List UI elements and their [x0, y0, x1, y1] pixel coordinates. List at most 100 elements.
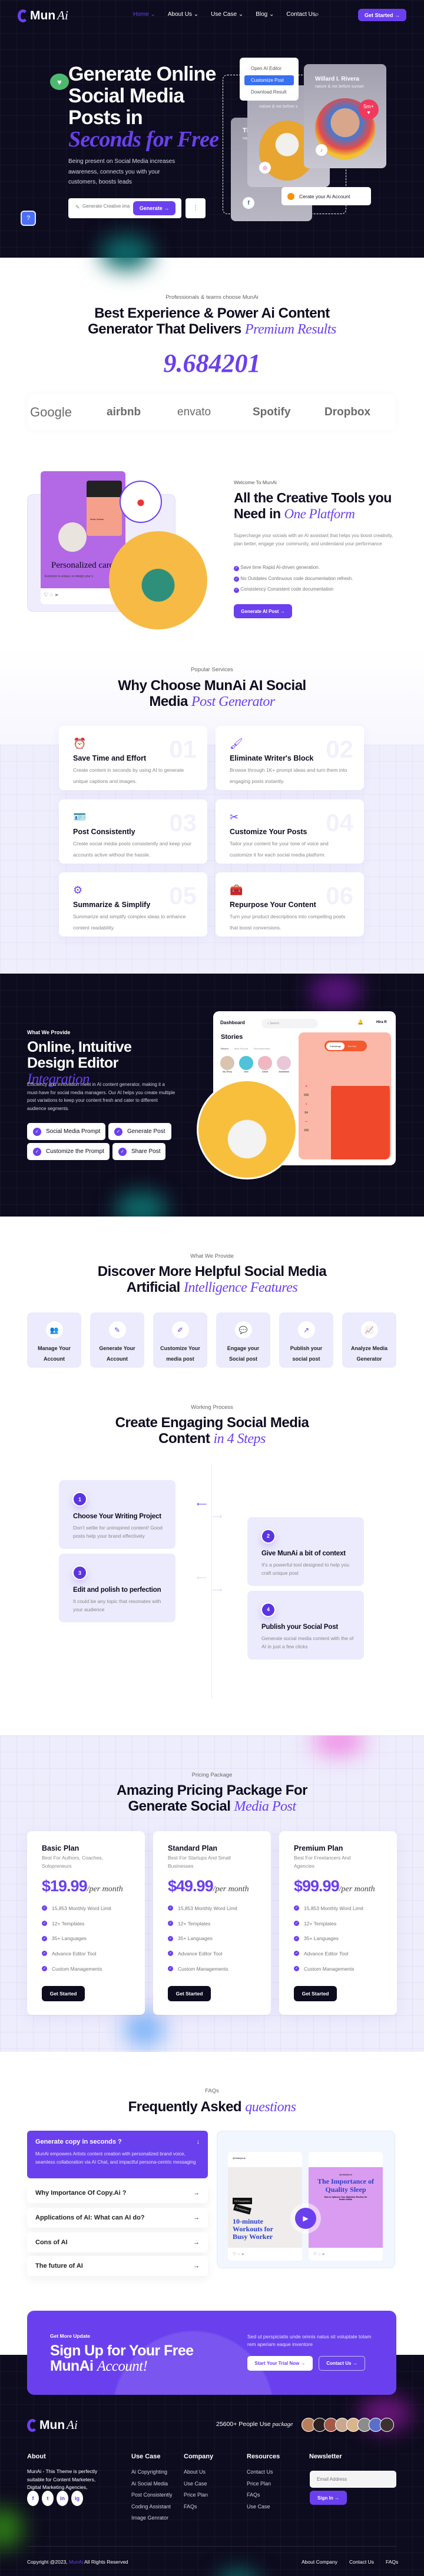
hero-section: Mun Ai Home ⌄ About Us ⌄ Use Case ⌄ Blog … — [0, 0, 424, 271]
footer-link[interactable]: Coding Assistant — [131, 2504, 171, 2510]
faq-item[interactable]: Cons of AI → — [27, 2232, 208, 2252]
plan-feature: ✓ Advance Editor Tool — [42, 1946, 111, 1961]
settings-button[interactable]: ⫶ — [186, 198, 206, 218]
feature-card[interactable]: ✎ Generate Your Account — [90, 1312, 144, 1368]
get-started-button[interactable]: Get Started — [294, 1986, 337, 2001]
plan-feature: ✓ 35+ Languages — [168, 1931, 237, 1946]
hero-title-accent: Seconds for Free — [68, 127, 219, 152]
create-account-pill[interactable]: Cerate your Ai Account — [281, 187, 371, 205]
footer-link[interactable]: Post Consistently — [131, 2492, 173, 2498]
plan-feature: ✓ 15,853 Monthly Word Limit — [294, 1901, 363, 1916]
card-description: Tailor your content for your tone of voi… — [230, 840, 329, 858]
get-started-button[interactable]: Get Started — [168, 1986, 211, 2001]
step-title: Publish your Social Post — [261, 1623, 339, 1631]
services-section: Popular Services Why Choose MunAi AI Soc… — [0, 647, 424, 974]
steps-title: Create Engaging Social Media Content in … — [115, 1415, 309, 1447]
plan-subtitle: Best For Startups And Small Businesses — [168, 1855, 231, 1869]
post-tag: Fit Everywhere — [233, 2198, 252, 2204]
footer-link[interactable]: Use Case — [247, 2504, 270, 2510]
footer-link[interactable]: Contact Us — [247, 2469, 273, 2475]
bank-card: Anna Jenson — [87, 481, 122, 536]
pricing-card: Premium Plan Best For Freelancers And Age… — [279, 1831, 397, 2015]
nav-home[interactable]: Home ⌄ — [133, 11, 155, 18]
stories-title: Stories — [221, 1034, 243, 1041]
footer-logo[interactable]: Mun Ai — [27, 2418, 78, 2432]
generate-ai-post-button[interactable]: Generate AI Post → — [234, 604, 292, 618]
search-icon[interactable]: ⌕ — [315, 10, 319, 19]
chip-share-post[interactable]: ✓ Share Post — [112, 1143, 165, 1160]
price-period: /per month — [87, 1885, 123, 1894]
pill-label: Cerate your Ai Account — [299, 193, 350, 199]
get-started-button[interactable]: Get Started → — [358, 9, 406, 21]
plan-name: Basic Plan — [42, 1844, 80, 1852]
feature-card[interactable]: 💬 Engage your Social post — [216, 1312, 270, 1368]
faq-item[interactable]: Why Importance Of Copy.Ai ? → — [27, 2183, 208, 2203]
timeline-line — [211, 1464, 212, 1699]
menu-item-download[interactable]: Download Result — [244, 87, 294, 97]
menu-item-open-editor[interactable]: Open AI Editor — [244, 64, 294, 74]
start-trial-button[interactable]: Start Your Trial Now → — [247, 2356, 313, 2371]
menu-item-customize-post[interactable]: Customize Post — [244, 75, 294, 85]
brand-logos-strip: Google airbnb envato Spotify Dropbox — [28, 394, 396, 431]
linkedin-icon[interactable]: in — [57, 2491, 68, 2506]
footer-link[interactable]: Price Plan — [184, 2492, 208, 2498]
play-button[interactable]: ▶ — [295, 2208, 316, 2229]
chip-generate-post[interactable]: ✓ Generate Post — [108, 1123, 171, 1140]
footer-link[interactable]: Ai Social Media — [131, 2481, 168, 2487]
footer-link[interactable]: About Us — [184, 2469, 206, 2475]
services-label: Popular Services — [191, 667, 233, 673]
prompt-input[interactable] — [82, 204, 131, 209]
instagram-icon[interactable]: ig — [71, 2491, 83, 2506]
faq-item[interactable]: The future of AI → — [27, 2256, 208, 2276]
nav-contact[interactable]: Contact Us — [286, 11, 315, 18]
tiktok-icon: ♪ — [316, 144, 327, 156]
email-input[interactable] — [310, 2471, 396, 2488]
faq-question: Cons of AI — [35, 2239, 68, 2246]
faq-question: Applications of AI: What can AI do? — [35, 2214, 145, 2221]
play-icon: ▶ — [303, 2214, 309, 2222]
link-faqs[interactable]: FAQs — [386, 2559, 398, 2565]
nav-blog[interactable]: Blog ⌄ — [256, 11, 274, 18]
glow — [312, 1735, 365, 1756]
nav-use-case[interactable]: Use Case ⌄ — [211, 11, 243, 18]
action-menu: Open AI Editor Customize Post Download R… — [240, 58, 299, 101]
contact-us-button[interactable]: Contact Us → — [319, 2356, 365, 2371]
twitter-icon[interactable]: t — [42, 2491, 54, 2506]
chip-social-media-prompt[interactable]: ✓ Social Media Prompt — [27, 1123, 105, 1140]
service-card: 02 🖌 Eliminate Writer's Block Browse throug… — [216, 726, 364, 790]
feature-card[interactable]: ↗ Publish your social post — [279, 1312, 333, 1368]
footer-link[interactable]: FAQs — [247, 2492, 260, 2498]
editor-label: What We Provide — [27, 1029, 71, 1035]
get-started-button[interactable]: Get Started — [42, 1986, 85, 2001]
footer-link[interactable]: Image Genrator — [131, 2515, 168, 2521]
nav-about[interactable]: About Us ⌄ — [168, 11, 198, 18]
feature-card[interactable]: 📈 Analyze Media Generator — [342, 1312, 396, 1368]
generate-button[interactable]: Generate → — [133, 201, 175, 215]
link-contact-us[interactable]: Contact Us — [349, 2559, 374, 2565]
feature-text: 35+ Languages — [178, 1935, 213, 1942]
footer-link[interactable]: Use Case — [184, 2481, 207, 2487]
footer-link[interactable]: FAQs — [184, 2504, 197, 2510]
feature-text: Advance Editor Tool — [304, 1950, 349, 1957]
plan-feature: ✓ Advance Editor Tool — [168, 1946, 237, 1961]
check-icon: ✓ — [234, 587, 239, 593]
link-about-company[interactable]: About Company — [302, 2559, 337, 2565]
chip-customize-prompt[interactable]: ✓ Customize the Prompt — [27, 1143, 110, 1160]
feature-text: Custom Managements — [178, 1965, 228, 1972]
footer-link[interactable]: Price Plan — [247, 2481, 271, 2487]
step-description: It could be any topic that resonates wit… — [73, 1598, 161, 1612]
plan-feature: ✓ 35+ Languages — [42, 1931, 111, 1946]
price-period: /per month — [339, 1885, 375, 1894]
feed-toggle[interactable]: Followings For You — [324, 1041, 367, 1051]
logo[interactable]: Mun Ai — [18, 8, 68, 23]
faq-item-open[interactable]: Generate copy in seconds ? ↓ MunAi empowe… — [27, 2131, 208, 2178]
feature-card[interactable]: ✐ Customize Your media post — [153, 1312, 207, 1368]
footer-link[interactable]: Ai Copyrighting — [131, 2469, 167, 2475]
pricing-section: Pricing Package Amazing Pricing Package … — [0, 1735, 424, 2052]
check-icon: ✓ — [42, 1935, 47, 1941]
feature-card[interactable]: 👥 Manage Your Account — [27, 1312, 81, 1368]
facebook-icon[interactable]: f — [27, 2491, 39, 2506]
faq-item[interactable]: Applications of AI: What can AI do? → — [27, 2208, 208, 2228]
sign-in-button[interactable]: Sign In → — [310, 2491, 347, 2505]
dashboard-search: ⌕ Search — [261, 1019, 318, 1028]
